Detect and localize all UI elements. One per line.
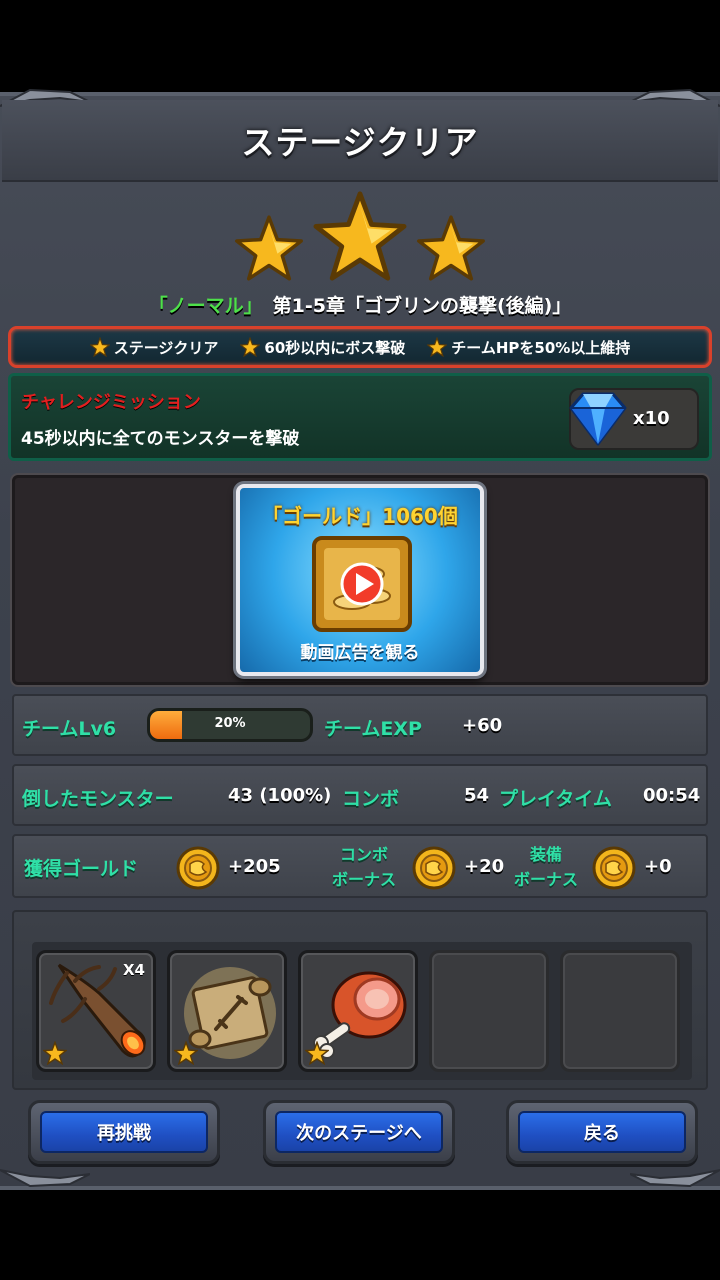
battle-stats-row: 倒したモンスター 43 (100%) コンボ 54 プレイタイム 00:54 — [12, 764, 708, 826]
gold-label: 獲得ゴールド — [24, 858, 139, 880]
team-exp-value: +60 — [462, 715, 503, 736]
star-icon — [235, 215, 303, 281]
exp-progress-bar: 20% — [147, 708, 313, 742]
rarity-star-icon — [174, 1041, 198, 1065]
diamond-icon — [569, 392, 627, 446]
item-count: X4 — [122, 961, 145, 979]
combo-bonus-label-line1: コンボ — [340, 845, 389, 864]
stage-chapter: 第1-5章「ゴブリンの襲撃(後編)」 — [272, 295, 572, 317]
combo-bonus-label: コンボ ボーナス — [332, 842, 396, 892]
clear-conditions: ステージクリア 60秒以内にボス撃破 チームHPを50%以上維持 — [8, 326, 712, 368]
exp-progress-text: 20% — [214, 716, 246, 731]
condition-item: ステージクリア — [89, 337, 219, 358]
empty-item-slot — [560, 950, 680, 1072]
item-slot[interactable] — [167, 950, 287, 1072]
gold-row: 獲得ゴールド +205 コンボ ボーナス +20 装備 ボーナス +0 — [12, 834, 708, 898]
rarity-star-icon — [305, 1041, 329, 1065]
team-level-label: チームLv6 — [22, 718, 117, 740]
stage-difficulty: 「ノーマル」 — [148, 295, 263, 317]
condition-item: 60秒以内にボス撃破 — [240, 337, 405, 358]
equip-bonus-label-line2: ボーナス — [514, 870, 579, 889]
condition-label: 60秒以内にボス撃破 — [264, 338, 406, 357]
playtime-value: 00:54 — [643, 785, 701, 806]
star-icon — [240, 337, 261, 357]
monsters-value: 43 (100%) — [228, 785, 332, 806]
next-stage-button[interactable]: 次のステージへ — [263, 1100, 455, 1164]
star-rating — [230, 190, 490, 286]
gold-coin-icon — [176, 846, 220, 890]
star-icon — [313, 191, 407, 281]
playtime-label: プレイタイム — [499, 788, 612, 810]
next-stage-button-label: 次のステージへ — [275, 1111, 443, 1153]
monsters-label: 倒したモンスター — [22, 788, 174, 810]
ad-subtitle: 動画広告を観る — [300, 643, 420, 663]
equip-bonus-label-line1: 装備 — [530, 845, 563, 864]
back-button[interactable]: 戻る — [506, 1100, 698, 1164]
ad-reward-title: 「ゴールド」1060個 — [262, 504, 458, 528]
condition-label: チームHPを50%以上維持 — [451, 338, 631, 357]
gold-value: +205 — [228, 856, 281, 877]
challenge-mission: チャレンジミッション 45秒以内に全てのモンスターを撃破 x10 — [8, 373, 712, 461]
star-icon — [427, 337, 448, 357]
star-icon — [89, 337, 110, 357]
stage-name: 「ノーマル」 第1-5章「ゴブリンの襲撃(後編)」 — [0, 291, 720, 318]
rarity-star-icon — [43, 1041, 67, 1065]
empty-item-slot — [429, 950, 549, 1072]
combo-bonus-value: +20 — [464, 856, 505, 877]
retry-button[interactable]: 再挑戦 — [28, 1100, 220, 1164]
combo-bonus-label-line2: ボーナス — [332, 870, 397, 889]
video-play-icon — [312, 536, 412, 632]
combo-label: コンボ — [342, 788, 400, 810]
combo-value: 54 — [464, 785, 490, 806]
frame-corner-ornament — [630, 1169, 720, 1188]
mission-description: 45秒以内に全てのモンスターを撃破 — [21, 429, 300, 449]
mission-reward: x10 — [569, 388, 699, 450]
star-icon — [417, 215, 485, 281]
title-bar: ステージクリア — [2, 100, 718, 182]
page-title: ステージクリア — [241, 123, 479, 162]
team-exp-row: チームLv6 20% チームEXP +60 — [12, 694, 708, 756]
condition-item: チームHPを50%以上維持 — [427, 337, 630, 358]
back-button-label: 戻る — [518, 1111, 686, 1153]
equip-bonus-value: +0 — [644, 856, 672, 877]
gold-coin-icon — [592, 846, 636, 890]
team-exp-label: チームEXP — [324, 718, 422, 740]
equip-bonus-label: 装備 ボーナス — [514, 842, 578, 892]
retry-button-label: 再挑戦 — [40, 1111, 208, 1153]
gold-coin-icon — [412, 846, 456, 890]
mission-reward-qty: x10 — [633, 408, 670, 429]
item-slot[interactable]: X4 — [36, 950, 156, 1072]
frame-corner-ornament — [0, 1169, 90, 1188]
item-slot[interactable] — [298, 950, 418, 1072]
watch-ad-button[interactable]: 「ゴールド」1060個 動画広告を観る — [236, 484, 484, 676]
condition-label: ステージクリア — [113, 338, 219, 357]
mission-title: チャレンジミッション — [21, 392, 201, 413]
